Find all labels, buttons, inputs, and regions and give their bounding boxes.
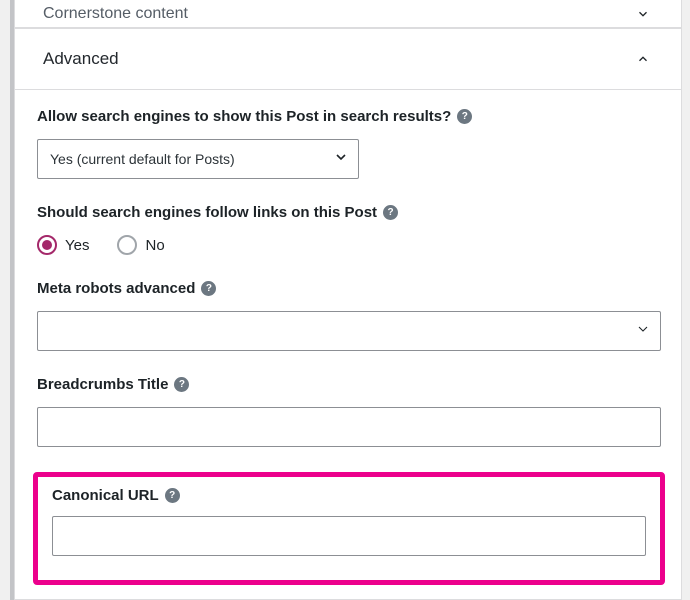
advanced-section-title: Advanced bbox=[43, 49, 119, 69]
follow-links-radio-no[interactable]: No bbox=[117, 235, 164, 255]
follow-links-radio-yes[interactable]: Yes bbox=[37, 235, 89, 255]
advanced-section-body: Allow search engines to show this Post i… bbox=[15, 90, 681, 595]
follow-links-yes-label: Yes bbox=[65, 237, 89, 254]
follow-links-radio-group: Yes No bbox=[37, 235, 661, 255]
meta-robots-label: Meta robots advanced ? bbox=[37, 280, 661, 297]
radio-icon bbox=[37, 235, 57, 255]
allow-index-select-value: Yes (current default for Posts) bbox=[50, 151, 235, 167]
allow-index-select-wrap: Yes (current default for Posts) bbox=[37, 139, 359, 179]
breadcrumbs-label: Breadcrumbs Title ? bbox=[37, 376, 661, 393]
allow-index-field: Allow search engines to show this Post i… bbox=[37, 108, 661, 179]
advanced-section-header[interactable]: Advanced bbox=[15, 28, 681, 90]
help-icon[interactable]: ? bbox=[383, 205, 398, 220]
follow-links-no-label: No bbox=[145, 237, 164, 254]
canonical-url-input[interactable] bbox=[52, 516, 646, 556]
cornerstone-section-title: Cornerstone content bbox=[43, 5, 188, 23]
chevron-up-icon bbox=[633, 49, 653, 69]
help-icon[interactable]: ? bbox=[201, 281, 216, 296]
meta-robots-select[interactable] bbox=[37, 311, 661, 351]
radio-icon bbox=[117, 235, 137, 255]
canonical-label-text: Canonical URL bbox=[52, 487, 159, 504]
canonical-highlight: Canonical URL ? bbox=[33, 472, 665, 585]
help-icon[interactable]: ? bbox=[174, 377, 189, 392]
meta-robots-field: Meta robots advanced ? bbox=[37, 280, 661, 351]
allow-index-select[interactable]: Yes (current default for Posts) bbox=[37, 139, 359, 179]
canonical-label: Canonical URL ? bbox=[52, 487, 646, 504]
follow-links-field: Should search engines follow links on th… bbox=[37, 204, 661, 255]
allow-index-label: Allow search engines to show this Post i… bbox=[37, 108, 661, 125]
meta-robots-select-wrap bbox=[37, 311, 661, 351]
allow-index-label-text: Allow search engines to show this Post i… bbox=[37, 108, 451, 125]
chevron-down-icon bbox=[633, 4, 653, 24]
follow-links-label-text: Should search engines follow links on th… bbox=[37, 204, 377, 221]
breadcrumbs-input[interactable] bbox=[37, 407, 661, 447]
breadcrumbs-label-text: Breadcrumbs Title bbox=[37, 376, 168, 393]
meta-robots-label-text: Meta robots advanced bbox=[37, 280, 195, 297]
help-icon[interactable]: ? bbox=[457, 109, 472, 124]
cornerstone-section-header[interactable]: Cornerstone content bbox=[15, 0, 681, 28]
help-icon[interactable]: ? bbox=[165, 488, 180, 503]
follow-links-label: Should search engines follow links on th… bbox=[37, 204, 661, 221]
breadcrumbs-field: Breadcrumbs Title ? bbox=[37, 376, 661, 447]
